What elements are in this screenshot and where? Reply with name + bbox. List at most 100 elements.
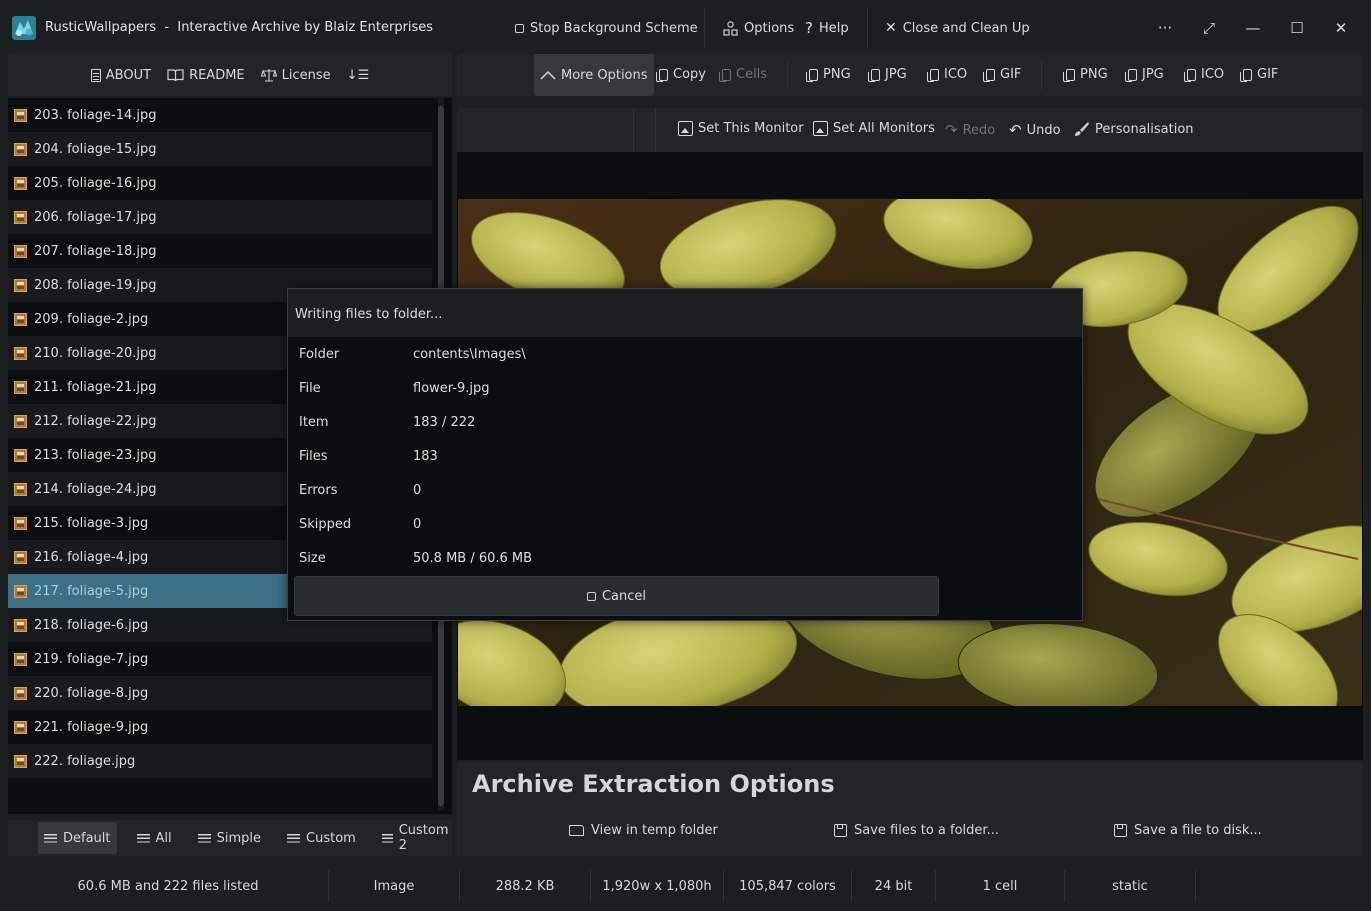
personalisation-button[interactable]: Personalisation (1074, 121, 1194, 137)
copy-ico-button[interactable]: ICO (926, 67, 967, 82)
save-file-to-disk-button[interactable]: Save a file to disk... (1114, 823, 1262, 838)
undo-label: Undo (1026, 122, 1061, 138)
dialog-row-value: 183 / 222 (413, 415, 476, 430)
more-options-button[interactable]: More Options (534, 54, 654, 96)
copy-png-button[interactable]: PNG (805, 67, 851, 82)
view-simple-label: Simple (216, 830, 262, 846)
list-item[interactable]: 219. foliage-7.jpg (8, 642, 432, 676)
cells-button[interactable]: Cells (718, 67, 767, 82)
file-name: 221. foliage-9.jpg (34, 719, 149, 735)
copy-label: Copy (673, 67, 706, 82)
toolbar-divider (655, 108, 656, 152)
undo-icon: ↶ (1009, 121, 1022, 139)
toolbar-divider (633, 108, 634, 152)
copy-button[interactable]: Copy (655, 67, 706, 82)
cells-label: Cells (736, 67, 768, 82)
image-file-icon (14, 584, 27, 598)
copy-gif-button[interactable]: GIF (982, 67, 1021, 82)
list-item[interactable]: 205. foliage-16.jpg (8, 166, 432, 200)
copy-jpg-button[interactable]: JPG (867, 67, 907, 82)
options-icon (723, 20, 738, 36)
sort-button[interactable]: ↓☰ (347, 68, 370, 83)
maximize-button[interactable]: ☐ (1283, 14, 1311, 42)
readme-button[interactable]: README (167, 68, 245, 83)
save-files-to-folder-label: Save files to a folder... (854, 823, 999, 838)
minimize-button[interactable]: — (1239, 14, 1267, 42)
save-png-button[interactable]: PNG (1062, 67, 1108, 82)
image-file-icon (14, 482, 27, 496)
close-and-clean-up-button[interactable]: ✕ Close and Clean Up (885, 16, 1030, 40)
set-this-monitor-label: Set This Monitor (698, 121, 804, 136)
image-file-icon (14, 516, 27, 530)
dialog-row-key: Files (299, 449, 328, 464)
list-item[interactable]: 221. foliage-9.jpg (8, 710, 432, 744)
set-this-monitor-button[interactable]: Set This Monitor (678, 121, 804, 136)
dialog-row-key: File (299, 381, 321, 396)
file-name: 208. foliage-19.jpg (34, 277, 157, 293)
image-file-icon (14, 176, 27, 190)
view-in-temp-folder-button[interactable]: View in temp folder (569, 823, 718, 838)
list-icon (287, 833, 301, 843)
app-subtitle: Interactive Archive by Blaiz Enterprises (177, 20, 434, 35)
image-file-icon (14, 210, 27, 224)
save-gif-button[interactable]: GIF (1239, 67, 1278, 82)
help-button[interactable]: ? Help (805, 16, 849, 40)
checkbox-icon (515, 23, 524, 33)
file-name: 219. foliage-7.jpg (34, 651, 149, 667)
image-file-icon (14, 550, 27, 564)
list-item[interactable]: 203. foliage-14.jpg (8, 98, 432, 132)
cancel-button[interactable]: Cancel (294, 576, 939, 616)
file-name: 212. foliage-22.jpg (34, 413, 157, 429)
view-simple-button[interactable]: Simple (192, 822, 267, 854)
file-name: 222. foliage.jpg (34, 753, 136, 769)
set-all-monitors-button[interactable]: Set All Monitors (813, 121, 935, 136)
file-name: 217. foliage-5.jpg (34, 583, 149, 599)
list-item[interactable]: 207. foliage-18.jpg (8, 234, 432, 268)
save-files-to-folder-button[interactable]: Save files to a folder... (834, 823, 999, 838)
dialog-row-folder: Folder contents\Images\ (299, 347, 526, 367)
copy-icon (1184, 68, 1196, 82)
copy-icon (1063, 68, 1075, 82)
status-cells: 1 cell (936, 870, 1065, 902)
status-bits: 24 bit (852, 870, 936, 902)
view-custom-button[interactable]: Custom (281, 822, 362, 854)
status-bar: 60.6 MB and 222 files listed Image 288.2… (0, 870, 1371, 902)
dialog-row-file: File flower-9.jpg (299, 381, 490, 401)
view-custom2-button[interactable]: Custom 2 (376, 822, 457, 854)
readme-label: README (189, 67, 245, 83)
image-file-icon (14, 108, 27, 122)
view-default-button[interactable]: Default (38, 822, 117, 854)
view-all-label: All (155, 830, 172, 846)
list-item[interactable]: 220. foliage-8.jpg (8, 676, 432, 710)
list-item[interactable]: 206. foliage-17.jpg (8, 200, 432, 234)
more-menu-button[interactable]: ··· (1151, 14, 1179, 42)
redo-button[interactable]: ↷ Redo (945, 121, 995, 139)
license-button[interactable]: License (260, 68, 331, 83)
image-file-icon (14, 720, 27, 734)
stop-background-scheme-label: Stop Background Scheme (530, 20, 698, 36)
gif-label: GIF (1257, 67, 1279, 82)
list-item[interactable]: 222. foliage.jpg (8, 744, 432, 778)
options-button[interactable]: Options (723, 16, 794, 40)
window-close-button[interactable]: ✕ (1327, 14, 1355, 42)
expand-icon[interactable]: ⤢ (1195, 14, 1223, 42)
dialog-row-value: 50.8 MB / 60.6 MB (413, 551, 533, 566)
title-divider (867, 8, 868, 48)
document-icon (90, 68, 101, 82)
save-ico-button[interactable]: ICO (1183, 67, 1224, 82)
undo-button[interactable]: ↶ Undo (1009, 121, 1061, 139)
stop-background-scheme-button[interactable]: Stop Background Scheme (515, 16, 698, 40)
copy-icon (656, 68, 668, 82)
list-item[interactable]: 204. foliage-15.jpg (8, 132, 432, 166)
cancel-label: Cancel (601, 588, 647, 604)
save-jpg-button[interactable]: JPG (1124, 67, 1164, 82)
chevron-up-icon (540, 70, 556, 80)
brush-icon (1075, 122, 1089, 136)
dialog-row-value: flower-9.jpg (413, 381, 490, 396)
image-file-icon (14, 380, 27, 394)
copy-icon (806, 68, 818, 82)
about-button[interactable]: ABOUT (90, 68, 151, 83)
view-all-button[interactable]: All (131, 822, 178, 854)
personalisation-label: Personalisation (1095, 121, 1194, 137)
file-name: 206. foliage-17.jpg (34, 209, 157, 225)
